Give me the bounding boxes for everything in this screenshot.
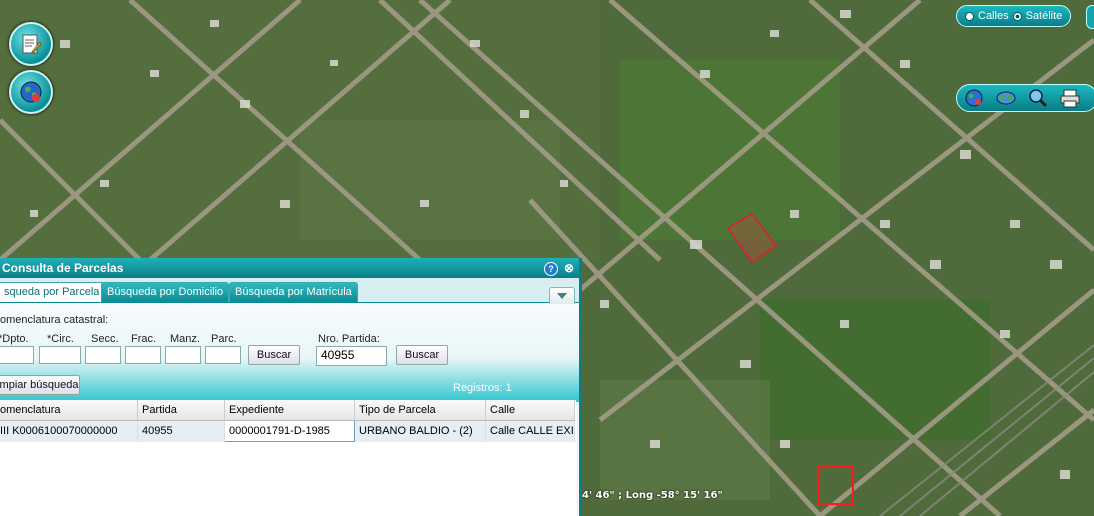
col-tipo-parcela[interactable]: Tipo de Parcela <box>354 400 486 421</box>
frac-field[interactable] <box>125 346 161 364</box>
results-table: omenclatura Partida Expediente Tipo de P… <box>0 400 576 516</box>
parc-label: Parc. <box>211 333 237 345</box>
col-nomenclatura[interactable]: omenclatura <box>0 400 138 421</box>
partida-field[interactable]: 40955 <box>316 346 387 366</box>
circ-field[interactable] <box>39 346 81 364</box>
report-button[interactable] <box>9 22 53 66</box>
layer-toggle[interactable]: Calles Satélite <box>956 5 1071 27</box>
zoom-icon[interactable] <box>1027 88 1049 108</box>
parc-field[interactable] <box>205 346 241 364</box>
chevron-down-icon <box>557 293 567 299</box>
globe-icon[interactable] <box>963 88 985 108</box>
document-icon <box>22 34 42 54</box>
satellite-radio[interactable] <box>1012 11 1022 21</box>
help-icon[interactable]: ? <box>544 262 558 276</box>
col-partida[interactable]: Partida <box>137 400 225 421</box>
circ-label: *Circ. <box>47 333 74 345</box>
dpto-label: *Dpto. <box>0 333 29 345</box>
satellite-label[interactable]: Satélite <box>1026 10 1063 22</box>
secc-field[interactable] <box>85 346 121 364</box>
frac-label: Frac. <box>131 333 157 345</box>
world-map-icon[interactable] <box>995 88 1017 108</box>
col-calle[interactable]: Calle <box>485 400 575 421</box>
streets-label[interactable]: Calles <box>978 10 1009 22</box>
streets-radio[interactable] <box>965 11 974 21</box>
cell-nomenclatura[interactable]: III K0006100070000000 <box>0 420 138 442</box>
search-form: omenclatura catastral: *Dpto. *Circ. Sec… <box>0 304 579 402</box>
partida-search-button[interactable]: Buscar <box>396 345 448 365</box>
panel-title: Consulta de Parcelas <box>2 261 124 275</box>
print-icon[interactable] <box>1059 88 1081 108</box>
globe-button[interactable] <box>9 70 53 114</box>
cell-tipo-parcela[interactable]: URBANO BALDIO - (2) <box>354 420 486 442</box>
secc-label: Secc. <box>91 333 119 345</box>
table-row[interactable]: III K0006100070000000 40955 0000001791-D… <box>0 420 575 442</box>
tab-bar: squeda por Parcela Búsqueda por Domicili… <box>0 278 579 303</box>
manz-label: Manz. <box>170 333 200 345</box>
cadastral-search-button[interactable]: Buscar <box>248 345 300 365</box>
parcel-query-panel: Consulta de Parcelas ? ⊗ squeda por Parc… <box>0 258 582 516</box>
cell-expediente[interactable]: 0000001791-D-1985 <box>224 420 355 442</box>
table-header: omenclatura Partida Expediente Tipo de P… <box>0 400 575 421</box>
map-toolbar <box>956 84 1094 112</box>
cell-partida[interactable]: 40955 <box>137 420 225 442</box>
tab-parcel-search[interactable]: squeda por Parcela <box>0 282 106 302</box>
side-panel-button[interactable] <box>1086 5 1094 29</box>
tab-address-search[interactable]: Búsqueda por Domicilio <box>101 282 230 302</box>
clear-search-button[interactable]: mpiar búsqueda <box>0 375 80 395</box>
dpto-field[interactable] <box>0 346 34 364</box>
tab-registration-search[interactable]: Búsqueda por Matrícula <box>229 282 358 302</box>
close-icon[interactable]: ⊗ <box>563 262 575 274</box>
panel-titlebar: Consulta de Parcelas ? ⊗ <box>0 258 579 278</box>
records-count: Registros: 1 <box>453 382 512 394</box>
cell-calle[interactable]: Calle CALLE EXIS <box>485 420 575 442</box>
partida-label: Nro. Partida: <box>318 333 380 345</box>
col-expediente[interactable]: Expediente <box>224 400 355 421</box>
cadastral-label: omenclatura catastral: <box>0 314 109 326</box>
globe-icon <box>20 81 42 103</box>
coordinates-readout: 4' 46" ; Long -58° 15' 16" <box>582 490 723 501</box>
manz-field[interactable] <box>165 346 201 364</box>
